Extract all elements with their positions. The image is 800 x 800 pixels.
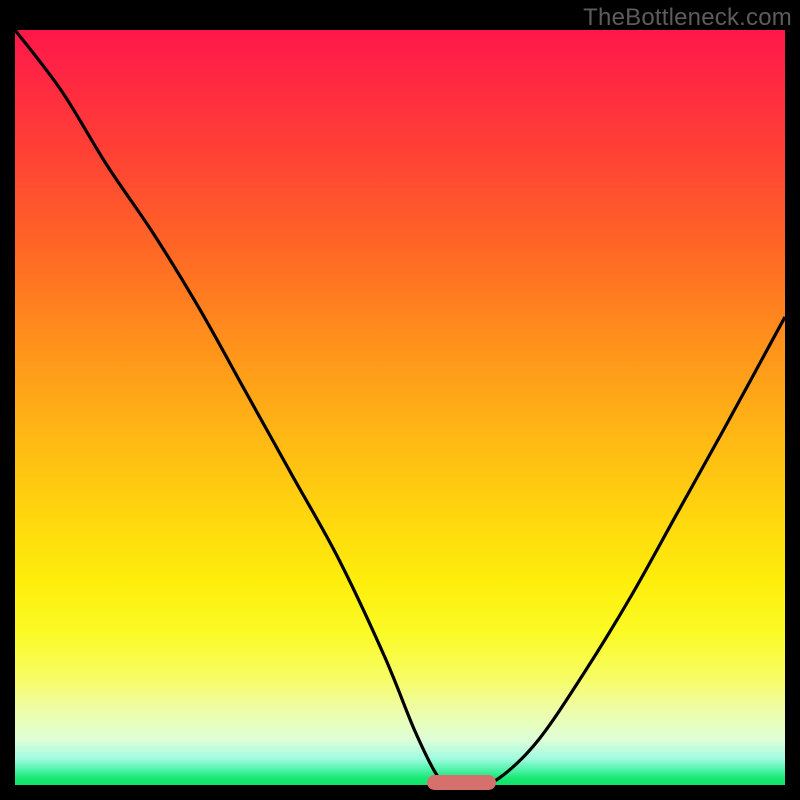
bottleneck-marker <box>427 775 496 790</box>
watermark-text: TheBottleneck.com <box>583 4 792 32</box>
bottleneck-curve <box>15 30 785 785</box>
chart-frame: TheBottleneck.com <box>0 0 800 800</box>
plot-area <box>15 30 785 785</box>
